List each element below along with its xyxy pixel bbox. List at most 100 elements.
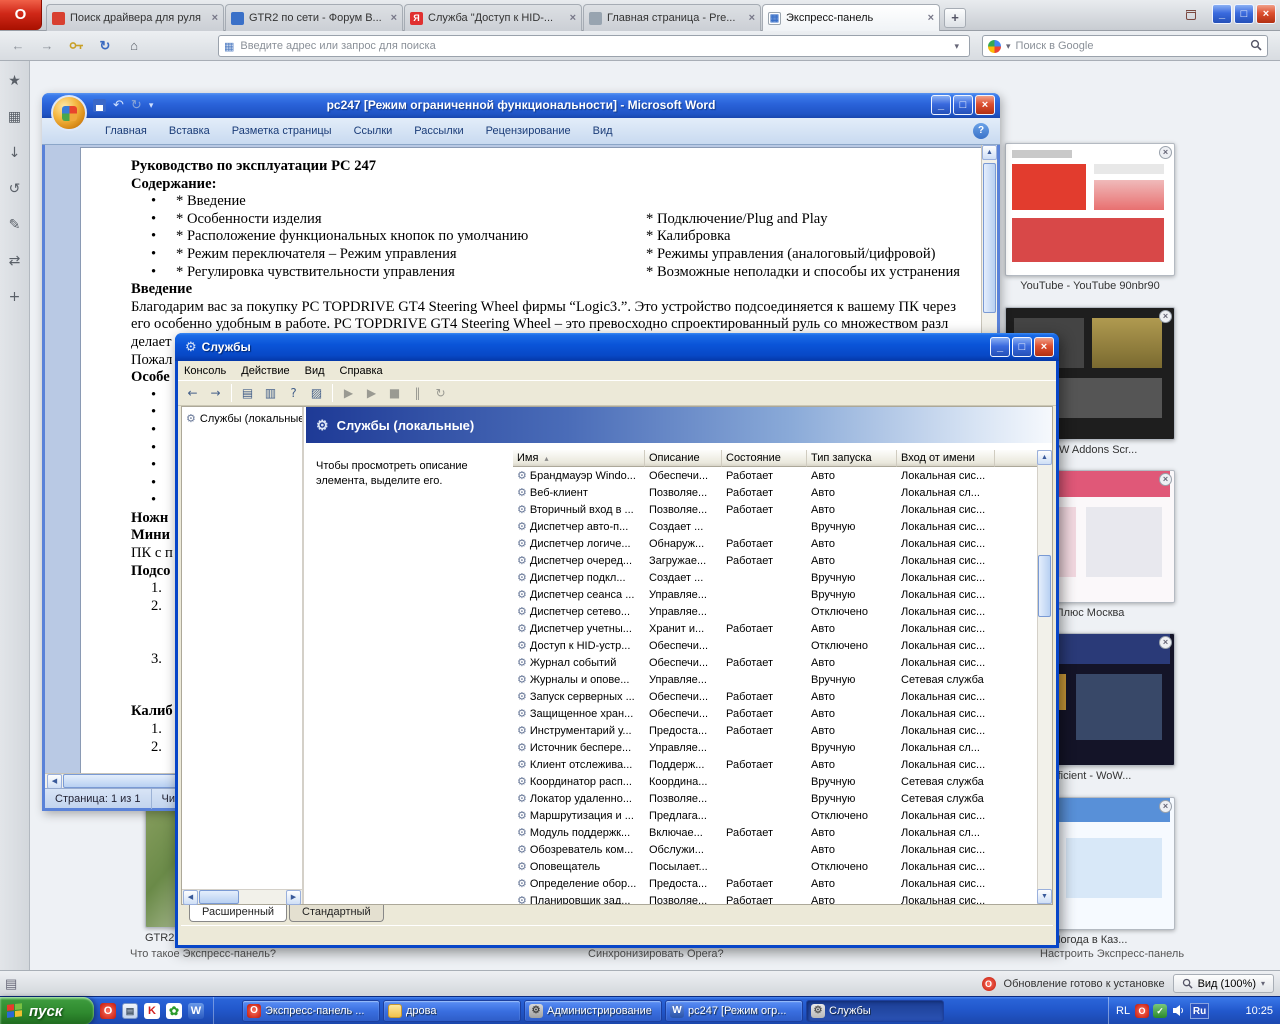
quick-launch-opera-icon[interactable]: O [100, 1003, 116, 1019]
antivirus-tray-icon[interactable]: ✓ [1153, 1004, 1167, 1018]
taskbar-button-5[interactable]: Службы [806, 1000, 944, 1022]
scroll-up-icon[interactable]: ▲ [982, 145, 997, 160]
language-indicator[interactable]: Ru [1190, 1003, 1209, 1019]
list-scroll-up-icon[interactable]: ▲ [1037, 450, 1052, 465]
service-row[interactable]: ⚙Модуль поддержк...Включае...РаботаетАвт… [513, 824, 1037, 841]
list-scroll-down-icon[interactable]: ▼ [1037, 889, 1052, 904]
dial-close-icon[interactable]: × [1159, 146, 1172, 159]
configure-speed-dial-link[interactable]: Настроить Экспресс-панель [1040, 948, 1184, 960]
bookmarks-panel-icon[interactable]: ★ [5, 71, 25, 91]
services-vertical-scrollbar[interactable]: ▲ ▼ [1037, 450, 1052, 904]
browser-minimize-button[interactable]: _ [1212, 4, 1232, 24]
browser-tab-5[interactable]: Экспресс-панель× [762, 4, 940, 31]
tree-scroll-right-icon[interactable]: ▶ [286, 890, 301, 905]
opera-update-icon[interactable]: O [982, 977, 996, 991]
tree-hscroll-thumb[interactable] [199, 890, 239, 904]
help-icon[interactable]: ? [283, 383, 304, 403]
column-header-service-status[interactable]: Состояние [722, 450, 807, 467]
services-close-button[interactable]: × [1034, 337, 1054, 357]
pause-service-icon[interactable]: ‖ [407, 383, 428, 403]
browser-tab-4[interactable]: Главная страница - Pre...× [583, 4, 761, 31]
sync-opera-link[interactable]: Синхронизировать Opera? [588, 948, 724, 960]
search-magnifier-icon[interactable] [1250, 39, 1262, 54]
save-button[interactable] [93, 99, 106, 112]
forward-icon[interactable]: → [205, 383, 226, 403]
resume-service-icon[interactable]: ▶ [361, 383, 382, 403]
start-button[interactable]: пуск [0, 997, 94, 1024]
quick-launch-show-desktop-icon[interactable]: ▤ [122, 1003, 138, 1019]
restart-service-icon[interactable]: ↻ [430, 383, 451, 403]
quick-launch-app-flower-icon[interactable]: ✿ [166, 1003, 182, 1019]
speed-dial-help-link[interactable]: Что такое Экспресс-панель? [130, 948, 276, 960]
word-title-bar[interactable]: pc247 [Режим ограниченной функциональнос… [42, 93, 1000, 118]
service-row[interactable]: ⚙ОповещательПосылает...ОтключеноЛокальна… [513, 858, 1037, 875]
service-row[interactable]: ⚙Диспетчер очеред...Загружае...РаботаетА… [513, 552, 1037, 569]
browser-tab-2[interactable]: GTR2 по сети - Форум В...× [225, 4, 403, 31]
console-tree-root-item[interactable]: ⚙ Службы (локальные) [182, 407, 302, 425]
taskbar-button-1[interactable]: Экспресс-панель ... [242, 1000, 380, 1022]
ribbon-tab-1[interactable]: Главная [94, 118, 158, 144]
properties-icon[interactable]: ▨ [306, 383, 327, 403]
service-row[interactable]: ⚙Обозреватель ком...Обслужи...АвтоЛокаль… [513, 841, 1037, 858]
service-row[interactable]: ⚙Доступ к HID-устр...Обеспечи...Отключен… [513, 637, 1037, 654]
tab-close-icon[interactable]: × [570, 12, 576, 25]
menu-справка[interactable]: Справка [340, 365, 383, 377]
zoom-control[interactable]: Вид (100%) ▾ [1173, 974, 1274, 993]
dial-close-icon[interactable]: × [1159, 636, 1172, 649]
ribbon-tab-2[interactable]: Вставка [158, 118, 221, 144]
service-row[interactable]: ⚙Диспетчер учетны...Хранит и...РаботаетА… [513, 620, 1037, 637]
column-header-service-logon-as[interactable]: Вход от имени [897, 450, 995, 467]
column-header-service-startup-type[interactable]: Тип запуска [807, 450, 897, 467]
dial-close-icon[interactable]: × [1159, 473, 1172, 486]
service-row[interactable]: ⚙Локатор удаленно...Позволяе...ВручнуюСе… [513, 790, 1037, 807]
opera-menu-button[interactable]: O [0, 0, 42, 30]
menu-вид[interactable]: Вид [305, 365, 325, 377]
column-header-service-name[interactable]: Имя▴ [513, 450, 645, 467]
ribbon-tab-3[interactable]: Разметка страницы [221, 118, 343, 144]
back-icon[interactable]: ← [6, 35, 30, 57]
service-row[interactable]: ⚙Диспетчер подкл...Создает ...ВручнуюЛок… [513, 569, 1037, 586]
word-close-button[interactable]: × [975, 95, 995, 115]
tree-horizontal-scrollbar[interactable]: ◀ ▶ [182, 889, 302, 904]
service-row[interactable]: ⚙Запуск серверных ...Обеспечи...Работает… [513, 688, 1037, 705]
tab-close-icon[interactable]: × [391, 12, 397, 25]
service-row[interactable]: ⚙Журнал событийОбеспечи...РаботаетАвтоЛо… [513, 654, 1037, 671]
service-row[interactable]: ⚙Источник беспере...Управляе...ВручнуюЛо… [513, 739, 1037, 756]
new-tab-button[interactable]: + [944, 8, 966, 28]
notes-panel-icon[interactable]: ✎ [5, 215, 25, 235]
service-row[interactable]: ⚙Веб-клиентПозволяе...РаботаетАвтоЛокаль… [513, 484, 1037, 501]
scroll-left-icon[interactable]: ◀ [47, 774, 62, 789]
redo-button[interactable]: ↻ [131, 97, 142, 113]
service-row[interactable]: ⚙Маршрутизация и ...Предлага...Отключено… [513, 807, 1037, 824]
browser-tab-3[interactable]: Служба "Доступ к HID-...× [404, 4, 582, 31]
word-help-icon[interactable]: ? [973, 123, 989, 139]
add-panel-panel-icon[interactable]: + [5, 287, 25, 307]
service-row[interactable]: ⚙Диспетчер логиче...Обнаруж...РаботаетАв… [513, 535, 1037, 552]
sync-panel-icon[interactable]: ⇄ [5, 251, 25, 271]
taskbar-button-2[interactable]: дрова [383, 1000, 521, 1022]
list-scroll-thumb[interactable] [1038, 555, 1051, 617]
tab-close-icon[interactable]: × [749, 12, 755, 25]
history-panel-icon[interactable]: ↺ [5, 179, 25, 199]
menu-действие[interactable]: Действие [241, 365, 289, 377]
service-row[interactable]: ⚙Планировщик зад...Позволяе...РаботаетАв… [513, 892, 1037, 904]
start-service-icon[interactable]: ▶ [338, 383, 359, 403]
search-field[interactable]: ▾ Поиск в Google [982, 35, 1268, 57]
quick-launch-app-k-icon[interactable]: K [144, 1003, 160, 1019]
tab-close-icon[interactable]: × [212, 12, 218, 25]
home-icon[interactable]: ⌂ [122, 35, 146, 57]
volume-tray-icon[interactable] [1171, 1004, 1185, 1018]
tab-close-icon[interactable]: × [928, 12, 934, 25]
service-row[interactable]: ⚙Журналы и опове...Управляе...ВручнуюСет… [513, 671, 1037, 688]
ribbon-tab-6[interactable]: Рецензирование [475, 118, 582, 144]
ribbon-tab-7[interactable]: Вид [582, 118, 624, 144]
service-row[interactable]: ⚙Координатор расп...Координа...ВручнуюСе… [513, 773, 1037, 790]
service-row[interactable]: ⚙Определение обор...Предоста...РаботаетА… [513, 875, 1037, 892]
office-button[interactable] [51, 95, 87, 131]
downloads-panel-icon[interactable]: ↓ [5, 143, 25, 163]
browser-close-button[interactable]: × [1256, 4, 1276, 24]
export-list-icon[interactable]: ▥ [260, 383, 281, 403]
page-indicator[interactable]: Страница: 1 из 1 [45, 789, 152, 809]
service-row[interactable]: ⚙Диспетчер сетево...Управляе...Отключено… [513, 603, 1037, 620]
browser-tab-1[interactable]: Поиск драйвера для руля× [46, 4, 224, 31]
